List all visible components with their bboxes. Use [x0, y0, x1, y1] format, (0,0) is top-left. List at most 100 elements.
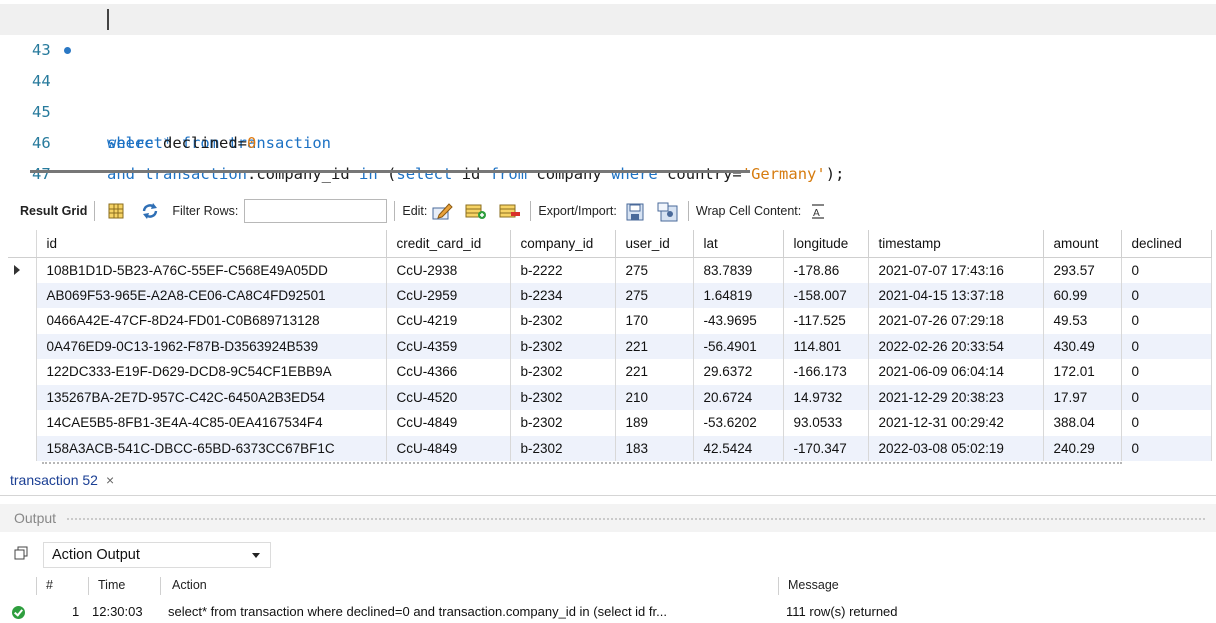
cell-id[interactable]: 135267BA-2E7D-957C-C42C-6450A2B3ED54 — [36, 384, 387, 410]
cell-longitude[interactable]: 14.9732 — [783, 384, 869, 410]
cell-credit-card-id[interactable]: CcU-4849 — [386, 410, 511, 436]
cell-credit-card-id[interactable]: CcU-4849 — [386, 435, 511, 461]
code-line-44[interactable]: 44 select* from transaction — [0, 35, 1216, 152]
table-row[interactable]: 122DC333-E19F-D629-DCD8-9C54CF1EBB9A CcU-… — [8, 359, 1212, 385]
cell-amount[interactable]: 60.99 — [1043, 282, 1122, 308]
cell-amount[interactable]: 172.01 — [1043, 359, 1122, 385]
filter-rows-input[interactable] — [244, 199, 388, 223]
cell-longitude[interactable]: 114.801 — [783, 333, 869, 359]
editor-horizontal-scrollbar[interactable] — [30, 170, 750, 173]
cell-declined[interactable]: 0 — [1121, 282, 1212, 308]
row-header[interactable] — [8, 282, 37, 308]
code-line-43[interactable]: 43 — [0, 4, 1216, 59]
cell-lat[interactable]: 42.5424 — [693, 435, 784, 461]
row-header[interactable] — [8, 435, 37, 461]
cell-id[interactable]: 0466A42E-47CF-8D24-FD01-C0B689713128 — [36, 308, 387, 334]
cell-declined[interactable]: 0 — [1121, 435, 1212, 461]
cell-amount[interactable]: 17.97 — [1043, 384, 1122, 410]
column-header-declined[interactable]: declined — [1121, 230, 1212, 258]
cell-lat[interactable]: 20.6724 — [693, 384, 784, 410]
cell-company-id[interactable]: b-2302 — [510, 333, 616, 359]
cell-user-id[interactable]: 189 — [615, 410, 694, 436]
cell-longitude[interactable]: -178.86 — [783, 257, 869, 283]
cell-amount[interactable]: 240.29 — [1043, 435, 1122, 461]
cell-user-id[interactable]: 275 — [615, 282, 694, 308]
row-header[interactable] — [8, 384, 37, 410]
cell-lat[interactable]: 1.64819 — [693, 282, 784, 308]
cell-id[interactable]: 122DC333-E19F-D629-DCD8-9C54CF1EBB9A — [36, 359, 387, 385]
output-type-select[interactable]: Action Output — [43, 542, 271, 568]
cell-lat[interactable]: -56.4901 — [693, 333, 784, 359]
grid-view-icon[interactable] — [106, 202, 126, 220]
cell-credit-card-id[interactable]: CcU-4219 — [386, 308, 511, 334]
cell-user-id[interactable]: 221 — [615, 359, 694, 385]
cell-credit-card-id[interactable]: CcU-2959 — [386, 282, 511, 308]
add-row-icon[interactable] — [465, 202, 487, 220]
sql-editor[interactable]: 43 44 select* from transaction 45 where … — [0, 0, 1216, 183]
cell-declined[interactable]: 0 — [1121, 257, 1212, 283]
cell-amount[interactable]: 430.49 — [1043, 333, 1122, 359]
cell-company-id[interactable]: b-2302 — [510, 308, 616, 334]
cell-company-id[interactable]: b-2222 — [510, 257, 616, 283]
cell-timestamp[interactable]: 2021-04-15 13:37:18 — [868, 282, 1044, 308]
cell-timestamp[interactable]: 2021-12-29 20:38:23 — [868, 384, 1044, 410]
delete-row-icon[interactable] — [499, 202, 521, 220]
cell-timestamp[interactable]: 2021-07-07 17:43:16 — [868, 257, 1044, 283]
cell-longitude[interactable]: -117.525 — [783, 308, 869, 334]
table-row[interactable]: 0466A42E-47CF-8D24-FD01-C0B689713128 CcU-… — [8, 308, 1212, 334]
row-header[interactable] — [8, 410, 37, 436]
row-header[interactable] — [8, 308, 37, 334]
cell-longitude[interactable]: 93.0533 — [783, 410, 869, 436]
cell-credit-card-id[interactable]: CcU-4359 — [386, 333, 511, 359]
close-icon[interactable]: × — [106, 472, 114, 488]
cell-timestamp[interactable]: 2021-06-09 06:04:14 — [868, 359, 1044, 385]
table-row[interactable]: 135267BA-2E7D-957C-C42C-6450A2B3ED54 CcU-… — [8, 384, 1212, 410]
cell-lat[interactable]: 83.7839 — [693, 257, 784, 283]
cell-company-id[interactable]: b-2234 — [510, 282, 616, 308]
cell-declined[interactable]: 0 — [1121, 333, 1212, 359]
column-header-timestamp[interactable]: timestamp — [868, 230, 1044, 258]
cell-lat[interactable]: 29.6372 — [693, 359, 784, 385]
cell-lat[interactable]: -53.6202 — [693, 410, 784, 436]
export-icon[interactable] — [625, 202, 645, 221]
code-line-46[interactable]: 46 and transaction.company_id in (select… — [0, 97, 1216, 183]
table-row[interactable]: 0A476ED9-0C13-1962-F87B-D3563924B539 CcU-… — [8, 333, 1212, 359]
column-header-credit-card-id[interactable]: credit_card_id — [386, 230, 511, 258]
cell-user-id[interactable]: 275 — [615, 257, 694, 283]
panel-grip[interactable] — [66, 517, 1206, 521]
cell-id[interactable]: 14CAE5B5-8FB1-3E4A-4C85-0EA4167534F4 — [36, 410, 387, 436]
cell-declined[interactable]: 0 — [1121, 359, 1212, 385]
table-row[interactable]: 108B1D1D-5B23-A76C-55EF-C568E49A05DD CcU-… — [8, 257, 1212, 283]
cell-longitude[interactable]: -158.007 — [783, 282, 869, 308]
cell-declined[interactable]: 0 — [1121, 410, 1212, 436]
cell-user-id[interactable]: 170 — [615, 308, 694, 334]
cell-credit-card-id[interactable]: CcU-4366 — [386, 359, 511, 385]
refresh-icon[interactable] — [140, 202, 160, 220]
column-header-company-id[interactable]: company_id — [510, 230, 616, 258]
cell-user-id[interactable]: 221 — [615, 333, 694, 359]
copy-icon[interactable] — [14, 546, 28, 560]
code-line-45[interactable]: 45 where declined=0 — [0, 66, 1216, 152]
import-icon[interactable] — [657, 202, 678, 222]
result-grid[interactable]: id credit_card_id company_id user_id lat… — [8, 230, 1212, 461]
column-header-user-id[interactable]: user_id — [615, 230, 694, 258]
cell-id[interactable]: AB069F53-965E-A2A8-CE06-CA8C4FD92501 — [36, 282, 387, 308]
cell-longitude[interactable]: -166.173 — [783, 359, 869, 385]
table-row[interactable]: 158A3ACB-541C-DBCC-65BD-6373CC67BF1C CcU-… — [8, 435, 1212, 461]
cell-user-id[interactable]: 183 — [615, 435, 694, 461]
cell-amount[interactable]: 388.04 — [1043, 410, 1122, 436]
code-line-47[interactable]: 47 — [0, 128, 1216, 183]
cell-user-id[interactable]: 210 — [615, 384, 694, 410]
output-log-row[interactable]: 1 12:30:03 select* from transaction wher… — [0, 600, 1216, 622]
cell-timestamp[interactable]: 2022-02-26 20:33:54 — [868, 333, 1044, 359]
column-header-amount[interactable]: amount — [1043, 230, 1122, 258]
row-header[interactable] — [8, 333, 37, 359]
cell-amount[interactable]: 293.57 — [1043, 257, 1122, 283]
cell-company-id[interactable]: b-2302 — [510, 435, 616, 461]
column-header-lat[interactable]: lat — [693, 230, 784, 258]
cell-timestamp[interactable]: 2021-07-26 07:29:18 — [868, 308, 1044, 334]
edit-pencil-icon[interactable] — [431, 202, 454, 220]
table-row[interactable]: 14CAE5B5-8FB1-3E4A-4C85-0EA4167534F4 CcU-… — [8, 410, 1212, 436]
cell-credit-card-id[interactable]: CcU-2938 — [386, 257, 511, 283]
cell-lat[interactable]: -43.9695 — [693, 308, 784, 334]
